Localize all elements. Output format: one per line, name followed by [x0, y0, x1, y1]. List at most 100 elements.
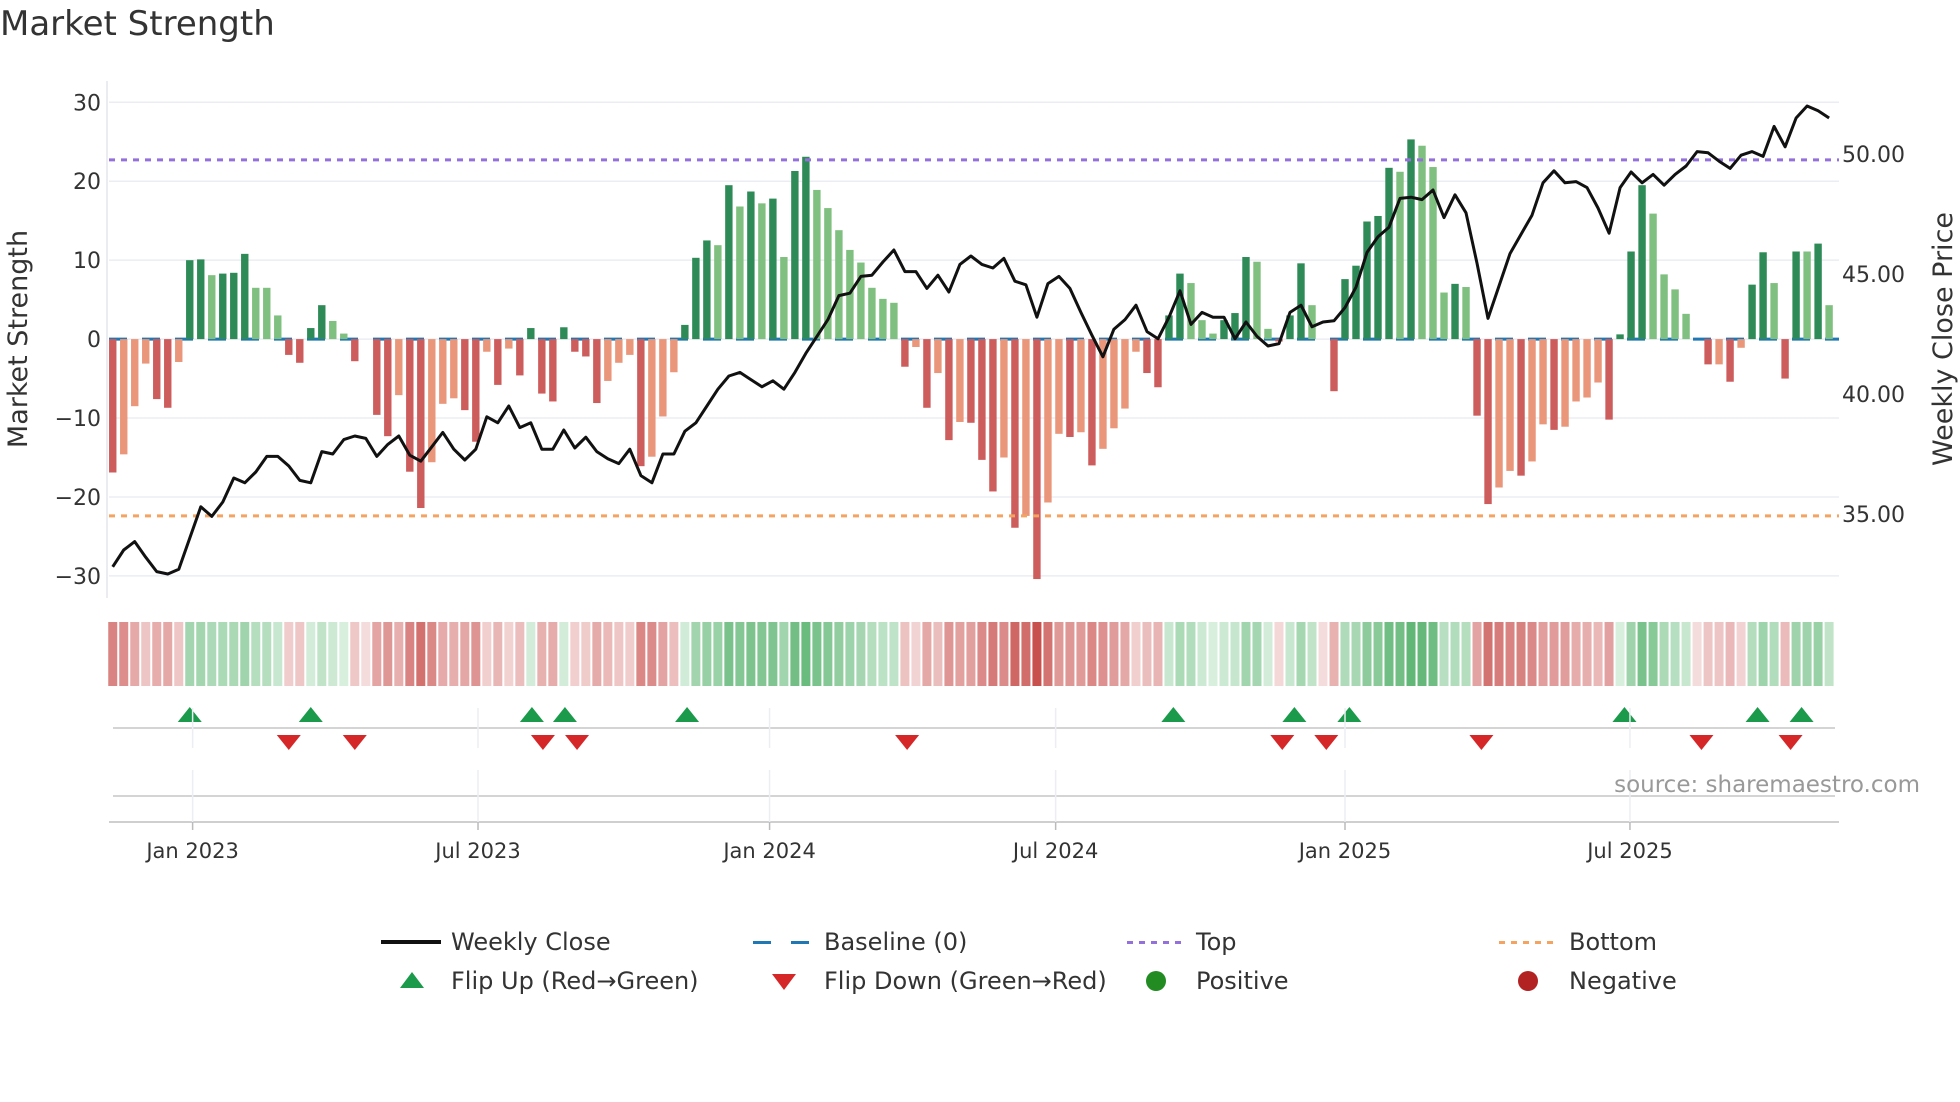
strength-bar [285, 339, 293, 355]
strip-cell [1692, 622, 1702, 686]
x-tick-label: Jan 2024 [721, 839, 816, 863]
x-tick-label: Jan 2025 [1297, 839, 1392, 863]
strength-bar [747, 191, 755, 340]
strip-cell [1098, 622, 1108, 686]
x-tick-label: Jan 2023 [144, 839, 239, 863]
strength-bar [967, 339, 975, 423]
strength-bar [1044, 339, 1052, 503]
strip-cell [174, 622, 184, 686]
strip-cell [1384, 622, 1394, 686]
strip-cell [1615, 622, 1625, 686]
strength-bar [659, 339, 667, 417]
strength-bar [835, 230, 843, 340]
strength-bar [1451, 283, 1459, 340]
strip-cell [537, 622, 547, 686]
strength-bar [241, 253, 249, 340]
strength-bar [1616, 334, 1624, 340]
strip-cell [1714, 622, 1724, 686]
flip-up-marker [519, 707, 544, 722]
y-tick-label: 10 [73, 249, 101, 274]
strip-cell [1351, 622, 1361, 686]
strength-bar [318, 305, 326, 340]
strip-cell [1032, 622, 1042, 686]
flip-down-marker [895, 735, 920, 750]
strip-cell [405, 622, 415, 686]
strip-cell [845, 622, 855, 686]
strength-bar [1561, 339, 1569, 427]
strength-bar [934, 339, 942, 374]
strip-cell [1120, 622, 1130, 686]
strength-bar [549, 339, 557, 402]
strength-bar [461, 339, 469, 411]
strength-bar [1154, 339, 1162, 388]
flip-up-marker [1612, 707, 1637, 722]
strip-cell [1296, 622, 1306, 686]
strip-cell [812, 622, 822, 686]
strip-cell [636, 622, 646, 686]
strip-cell [1725, 622, 1735, 686]
strip-cell [1142, 622, 1152, 686]
y2-axis-title: Weekly Close Price [1928, 212, 1959, 466]
strength-bar [1737, 339, 1745, 348]
flip-up-marker [1789, 707, 1814, 722]
strength-bar [703, 240, 711, 340]
strip-cell [867, 622, 877, 686]
strength-bar [1418, 145, 1426, 340]
strip-cell [1373, 622, 1383, 686]
strip-cell [482, 622, 492, 686]
strip-cell [966, 622, 976, 686]
strip-cell [1824, 622, 1834, 686]
flip-markers [109, 707, 1839, 823]
strength-bar [109, 339, 117, 473]
strip-cell [130, 622, 140, 686]
strip-cell [900, 622, 910, 686]
strength-bar [714, 245, 722, 340]
legend-key-circle-red-icon [1518, 971, 1538, 991]
strip-cell [460, 622, 470, 686]
strength-bar [802, 156, 810, 340]
strip-cell [1230, 622, 1240, 686]
strength-bar [131, 339, 139, 407]
strength-bar [1605, 339, 1613, 420]
strength-bar [417, 339, 425, 509]
strip-cell [1593, 622, 1603, 686]
strength-bar [373, 339, 381, 415]
strip-cell [1395, 622, 1405, 686]
strip-cell [449, 622, 459, 686]
strip-cell [1758, 622, 1768, 686]
y-tick-label: 30 [73, 91, 101, 116]
strength-bar [153, 339, 161, 400]
strip-cell [350, 622, 360, 686]
strip-cell [834, 622, 844, 686]
strip-cell [504, 622, 514, 686]
flip-down-marker [1778, 735, 1803, 750]
strip-cell [207, 622, 217, 686]
flip-up-marker [1161, 707, 1186, 722]
legend-label: Negative [1569, 967, 1677, 995]
strength-heat-strip [108, 622, 1834, 686]
strength-bar [769, 198, 777, 340]
strength-bar [1583, 339, 1591, 398]
strip-cell [1648, 622, 1658, 686]
strength-bar [901, 339, 909, 367]
strip-cell [1318, 622, 1328, 686]
flip-up-marker [177, 707, 202, 722]
strength-bar [307, 328, 315, 340]
strength-bar [1638, 185, 1646, 340]
strip-cell [1681, 622, 1691, 686]
strength-bar [219, 273, 227, 340]
strip-cell [1362, 622, 1372, 686]
strength-bar [1550, 339, 1558, 430]
strip-cell [1076, 622, 1086, 686]
strip-cell [746, 622, 756, 686]
strip-cell [603, 622, 613, 686]
flip-down-marker [565, 735, 590, 750]
strip-cell [1329, 622, 1339, 686]
strip-cell [570, 622, 580, 686]
strength-bar [1209, 333, 1217, 340]
strip-cell [1659, 622, 1669, 686]
strength-bar [296, 339, 304, 363]
legend-key-triangle-down-icon [772, 974, 796, 990]
strip-cell [526, 622, 536, 686]
strength-bar [791, 170, 799, 340]
